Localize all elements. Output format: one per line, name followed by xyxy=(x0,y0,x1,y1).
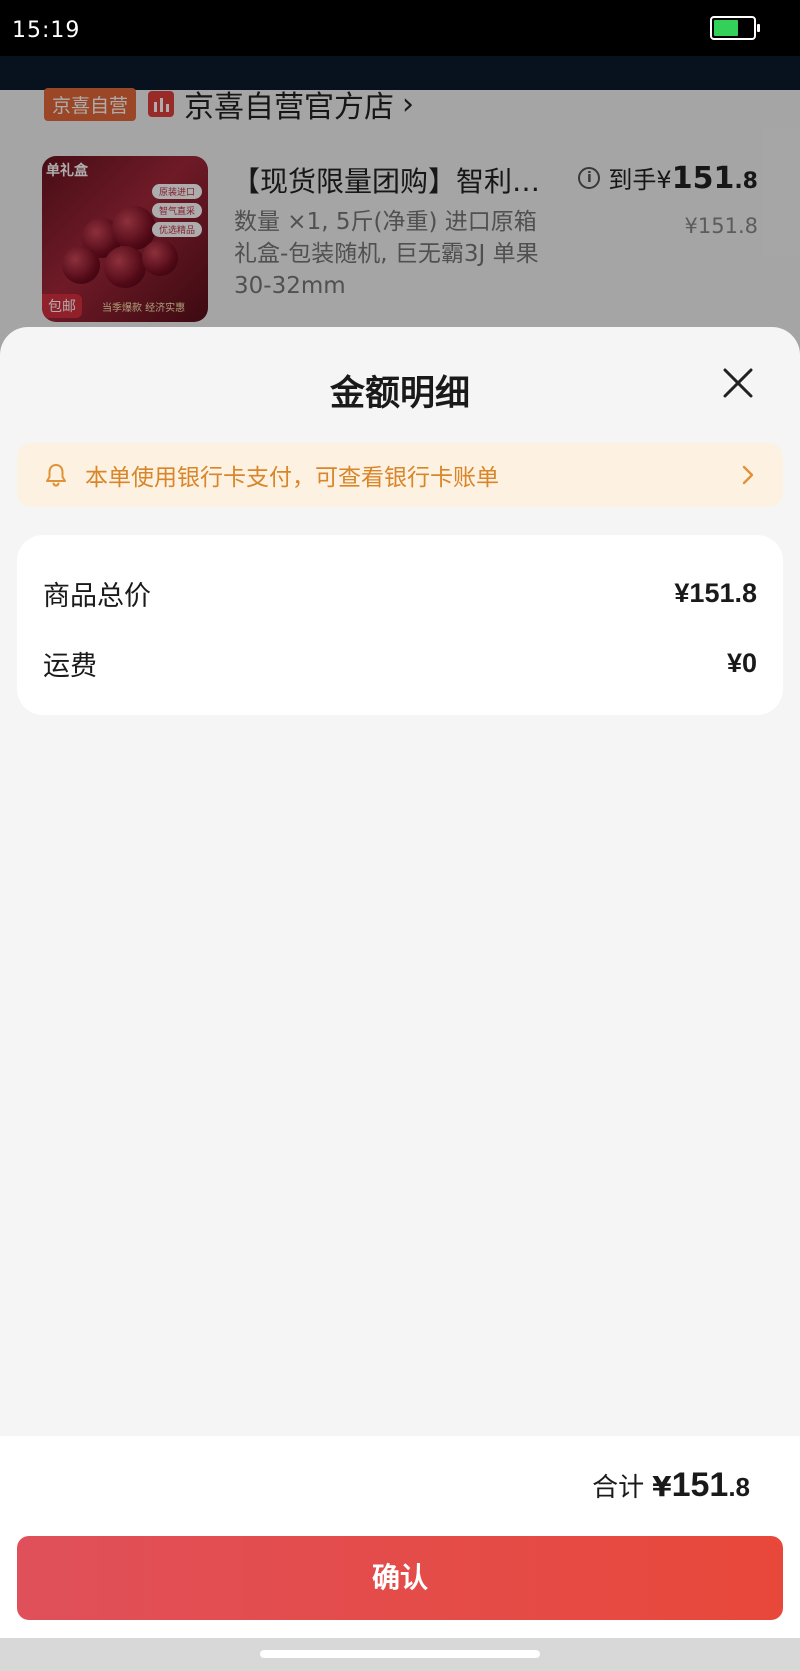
fee-card: 商品总价 ¥151.8 运费 ¥0 xyxy=(17,535,783,715)
fee-label: 商品总价 xyxy=(43,580,151,612)
total-label: 合计 xyxy=(592,1473,645,1503)
confirm-button[interactable]: 确认 xyxy=(17,1536,783,1620)
notice-text: 本单使用银行卡支付，可查看银行卡账单 xyxy=(85,465,499,491)
sheet-footer: 合计 ¥ 151 .8 确认 xyxy=(0,1436,800,1638)
fee-value: ¥151.8 xyxy=(674,577,757,608)
close-icon[interactable] xyxy=(720,365,756,401)
fee-value: ¥0 xyxy=(726,647,757,678)
battery-cap xyxy=(757,24,760,32)
home-indicator[interactable] xyxy=(260,1650,540,1658)
sheet-title: 金额明细 xyxy=(329,374,470,414)
fee-label: 运费 xyxy=(43,650,97,682)
status-bar: 15:19 xyxy=(0,0,800,56)
bell-icon xyxy=(46,464,66,487)
bank-bill-notice[interactable]: 本单使用银行卡支付，可查看银行卡账单 xyxy=(17,443,783,507)
battery-fill xyxy=(714,20,738,36)
chevron-right-icon xyxy=(742,465,754,485)
order-total: 合计 ¥ 151 .8 xyxy=(592,1466,750,1505)
status-time: 15:19 xyxy=(12,18,81,43)
fee-row-goods-total: 商品总价 ¥151.8 xyxy=(43,573,757,613)
total-currency: ¥ xyxy=(652,1470,672,1503)
total-integer: 151 xyxy=(671,1466,729,1504)
total-decimal: .8 xyxy=(728,1472,750,1502)
modal-backdrop[interactable] xyxy=(0,56,800,366)
battery-icon xyxy=(710,16,760,40)
fee-row-shipping: 运费 ¥0 xyxy=(43,643,757,683)
home-bar-area xyxy=(0,1638,800,1671)
